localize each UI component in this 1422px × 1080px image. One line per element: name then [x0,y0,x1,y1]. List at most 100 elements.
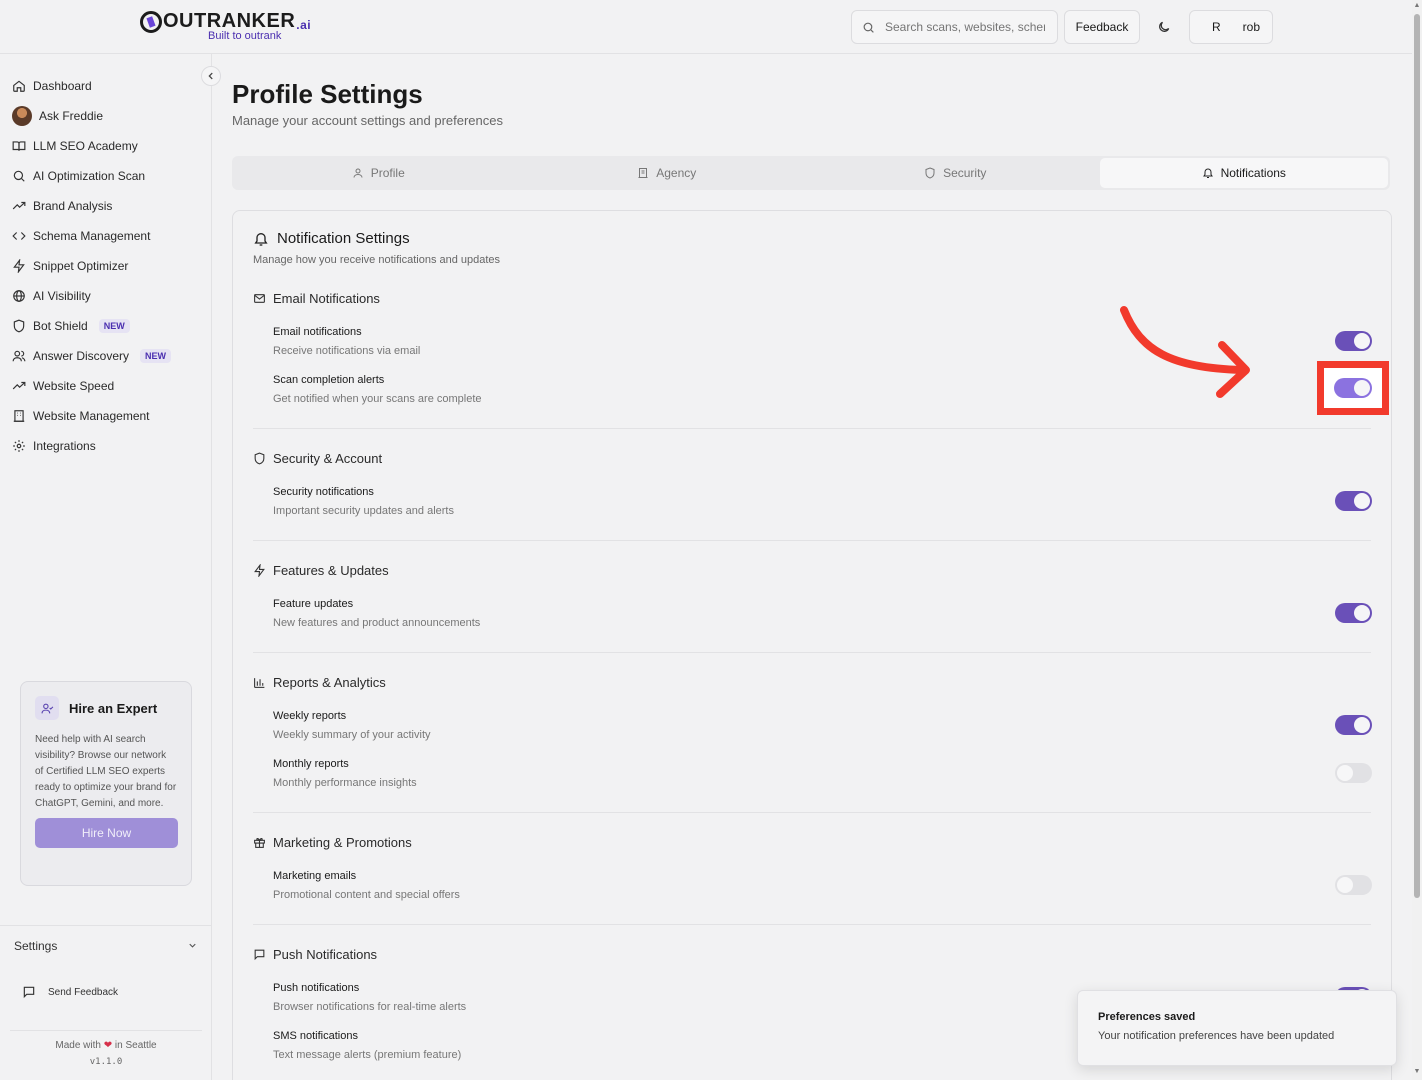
sidebar-item-label: Answer Discovery [33,349,130,363]
sidebar-item-snippet-optimizer[interactable]: Snippet Optimizer [12,251,202,281]
sidebar-item-label: LLM SEO Academy [33,139,138,153]
sidebar-settings-toggle[interactable]: Settings [0,925,212,965]
setting-description: Weekly summary of your activity [273,729,431,741]
tab-label: Security [943,166,987,180]
setting-label: Monthly reports [273,758,349,770]
city-text: in Seattle [114,1040,157,1051]
sidebar-footer: Made with ❤ in Seattle v1.1.0 [10,1030,202,1071]
toggle-security-notifications[interactable] [1335,491,1372,511]
user-menu[interactable]: R rob [1189,10,1273,44]
user-name: rob [1242,20,1261,34]
search-box[interactable] [851,10,1058,44]
sidebar-nav: Dashboard Ask Freddie LLM SEO Academy AI… [12,71,202,461]
tab-profile[interactable]: Profile [234,158,523,188]
theme-toggle-button[interactable] [1146,10,1182,44]
sidebar-item-website-speed[interactable]: Website Speed [12,371,202,401]
user-icon [353,168,363,178]
sidebar-item-ai-optimization-scan[interactable]: AI Optimization Scan [12,161,202,191]
shield-icon [13,319,25,333]
sidebar-item-brand-analysis[interactable]: Brand Analysis [12,191,202,221]
section-marketing-promotions: Marketing & Promotions [253,835,412,850]
toggle-marketing-emails[interactable] [1335,875,1372,895]
section-title: Email Notifications [273,291,380,306]
globe-icon [13,290,25,302]
search-input[interactable] [885,20,1045,34]
toggle-weekly-reports[interactable] [1335,715,1372,735]
lightning-icon [254,564,265,577]
sidebar-item-answer-discovery[interactable]: Answer Discovery NEW [12,341,202,371]
sidebar-item-integrations[interactable]: Integrations [12,431,202,461]
toggle-email-notifications[interactable] [1335,331,1372,351]
sidebar-item-llm-seo-academy[interactable]: LLM SEO Academy [12,131,202,161]
scroll-thumb[interactable] [1414,14,1420,898]
hire-now-button[interactable]: Hire Now [35,818,178,848]
sidebar-item-label: Bot Shield [33,319,88,333]
tab-agency[interactable]: Agency [523,158,812,188]
new-badge: NEW [98,319,130,333]
sidebar-item-schema-management[interactable]: Schema Management [12,221,202,251]
code-icon [12,232,26,240]
sidebar-item-label: Website Management [33,409,150,423]
scroll-up-icon[interactable]: ▲ [1413,2,1421,10]
gift-icon [254,838,265,848]
section-divider [253,812,1371,813]
feedback-button[interactable]: Feedback [1064,10,1140,44]
send-feedback-link[interactable]: Send Feedback [22,985,118,999]
logo[interactable]: OUTRANKER .ai Built to outrank [140,10,311,42]
setting-label: Email notifications [273,326,362,338]
setting-description: Browser notifications for real-time aler… [273,1001,467,1013]
section-push-notifications: Push Notifications [253,947,377,962]
setting-description: Important security updates and alerts [273,505,454,517]
new-badge: NEW [140,349,172,363]
section-title: Features & Updates [273,563,389,578]
sidebar-item-ask-freddie[interactable]: Ask Freddie [12,101,202,131]
trend-icon [12,381,26,390]
search-icon [863,22,874,33]
setting-label: SMS notifications [273,1030,358,1042]
page-scrollbar[interactable]: ▲ ▼ [1412,0,1422,1080]
tab-label: Notifications [1220,166,1286,180]
sidebar-item-label: Website Speed [33,379,115,393]
setting-label: Marketing emails [273,870,357,882]
sidebar-item-ai-visibility[interactable]: AI Visibility [12,281,202,311]
logo-mark-icon [140,10,162,33]
sidebar-item-dashboard[interactable]: Dashboard [12,71,202,101]
toggle-scan-completion-alerts[interactable] [1334,378,1372,398]
chevron-left-icon [208,72,213,80]
send-feedback-label: Send Feedback [48,986,119,998]
tab-notifications[interactable]: Notifications [1099,158,1388,188]
sidebar-item-label: AI Optimization Scan [33,169,146,183]
setting-description: Get notified when your scans are complet… [273,393,482,405]
message-icon [254,949,265,961]
setting-description: New features and product announcements [273,617,481,629]
toggle-monthly-reports[interactable] [1335,763,1372,783]
annotation-highlight-box [1317,361,1389,415]
page-title: Profile Settings [232,79,423,109]
version-text: v1.1.0 [89,1057,123,1067]
bell-icon [1202,168,1213,178]
toggle-feature-updates[interactable] [1335,603,1372,623]
top-header: OUTRANKER .ai Built to outrank Feedback … [0,0,1412,54]
building-icon [638,168,648,178]
message-icon [23,986,35,999]
toast-message: Your notification preferences have been … [1098,1030,1335,1042]
bell-icon [254,232,268,246]
users-icon [12,350,26,362]
sidebar-item-label: Dashboard [33,79,92,93]
setting-label: Security notifications [273,486,374,498]
sidebar-item-website-management[interactable]: Website Management [12,401,202,431]
section-title: Reports & Analytics [273,675,386,690]
setting-label: Weekly reports [273,710,347,722]
setting-description: Promotional content and special offers [273,889,460,901]
sidebar-item-bot-shield[interactable]: Bot Shield NEW [12,311,202,341]
user-initial: R [1212,20,1221,34]
scroll-down-icon[interactable]: ▼ [1413,1068,1421,1076]
moon-icon [1159,21,1170,32]
page-subtitle: Manage your account settings and prefere… [232,113,504,128]
setting-label: Scan completion alerts [273,374,385,386]
tab-label: Profile [370,166,405,180]
tab-security[interactable]: Security [811,158,1100,188]
collapse-sidebar-button[interactable] [201,66,221,86]
tab-label: Agency [656,166,697,180]
setting-label: Feature updates [273,598,354,610]
